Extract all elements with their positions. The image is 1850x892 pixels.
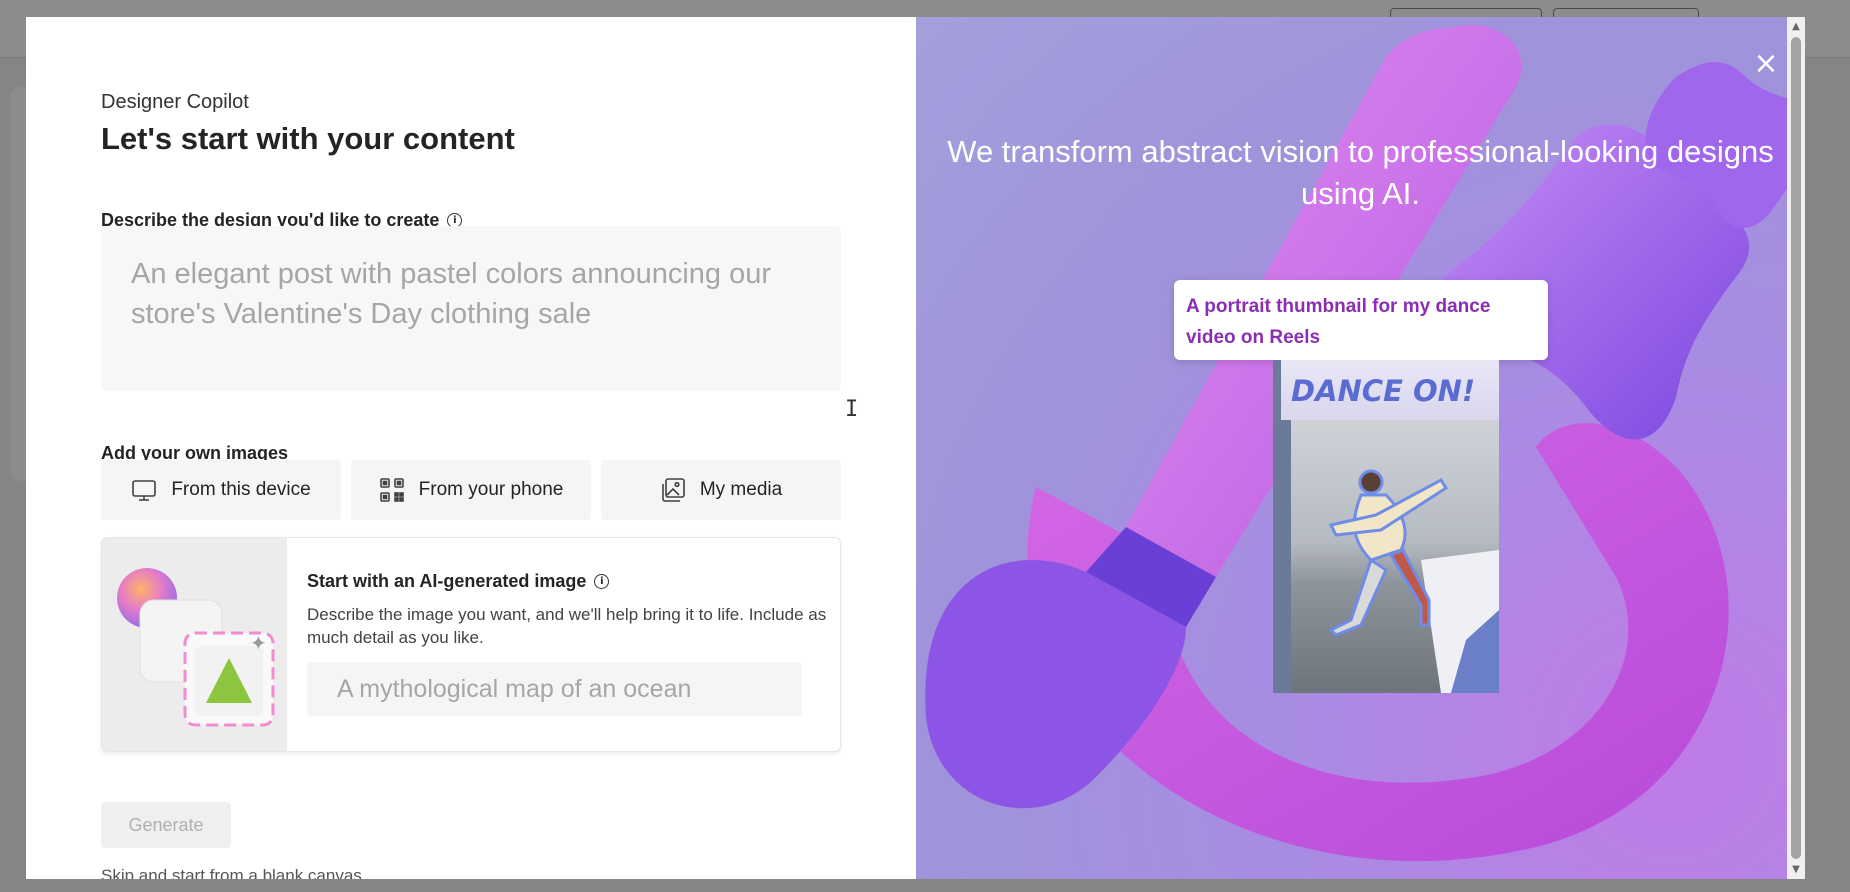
ai-image-card: ✦ Start with an AI-generated image i Des… <box>101 537 841 752</box>
svg-text:✦: ✦ <box>250 631 267 655</box>
scroll-up-icon[interactable]: ▲ <box>1790 21 1802 32</box>
ai-image-illustration: ✦ <box>102 538 287 751</box>
generate-button[interactable]: Generate <box>101 802 231 848</box>
showcase-pane: × We transform abstract vision to profes… <box>916 17 1805 879</box>
skip-blank-canvas-link[interactable]: Skip and start from a blank canvas <box>101 866 362 879</box>
scrollbar-thumb[interactable] <box>1791 37 1801 859</box>
info-icon[interactable]: i <box>594 574 610 589</box>
dialog-eyebrow: Designer Copilot <box>101 91 249 113</box>
showcase-headline: We transform abstract vision to professi… <box>947 134 1774 211</box>
example-dance-poster: DANCE ON! <box>1273 360 1499 693</box>
close-button[interactable]: × <box>1749 47 1783 81</box>
image-gallery-icon <box>662 478 685 502</box>
ai-image-title: Start with an AI-generated image <box>307 571 587 591</box>
dialog-title: Let's start with your content <box>101 121 515 156</box>
ai-image-prompt-input[interactable] <box>307 662 802 716</box>
ai-image-description: Describe the image you want, and we'll h… <box>307 605 827 647</box>
dancers-photo <box>1291 420 1499 693</box>
image-collage-icon: ✦ <box>117 568 275 727</box>
from-your-phone-button[interactable]: From your phone <box>351 460 591 520</box>
my-media-label: My media <box>699 479 783 500</box>
design-description-input[interactable] <box>101 226 841 391</box>
from-your-phone-label: From your phone <box>418 479 564 500</box>
qr-code-icon <box>379 478 404 502</box>
scroll-down-icon[interactable]: ▼ <box>1790 864 1802 875</box>
text-cursor-icon: I <box>845 397 859 422</box>
ai-image-title-row: Start with an AI-generated image i <box>307 571 610 592</box>
dancers-figure-icon <box>1328 469 1499 693</box>
monitor-icon <box>132 480 157 501</box>
poster-title: DANCE ON! <box>1281 360 1499 420</box>
vertical-scrollbar[interactable]: ▲ ▼ <box>1787 17 1805 879</box>
designer-copilot-dialog: Designer Copilot Let's start with your c… <box>26 17 1805 879</box>
dialog-form-pane: Designer Copilot Let's start with your c… <box>26 17 916 879</box>
from-this-device-label: From this device <box>171 479 311 500</box>
from-this-device-button[interactable]: From this device <box>101 460 341 520</box>
my-media-button[interactable]: My media <box>601 460 841 520</box>
example-prompt-card: A portrait thumbnail for my dance video … <box>1174 280 1548 360</box>
